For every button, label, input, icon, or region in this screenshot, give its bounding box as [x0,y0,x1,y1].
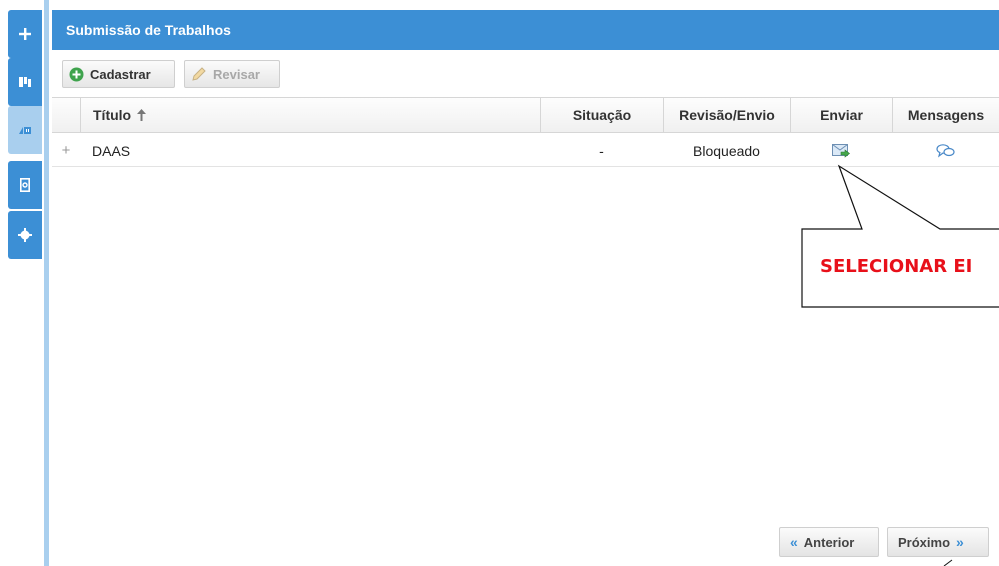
double-chevron-left-icon: « [790,534,798,550]
previous-page-button[interactable]: « Anterior [779,527,879,557]
callout-bubble [801,164,999,566]
double-chevron-right-icon: » [956,534,964,550]
next-page-button[interactable]: Próximo » [887,527,989,557]
previous-page-label: Anterior [803,534,855,550]
callout-text: SELECIONAR EI [820,256,973,277]
next-page-label: Próximo [898,534,951,550]
